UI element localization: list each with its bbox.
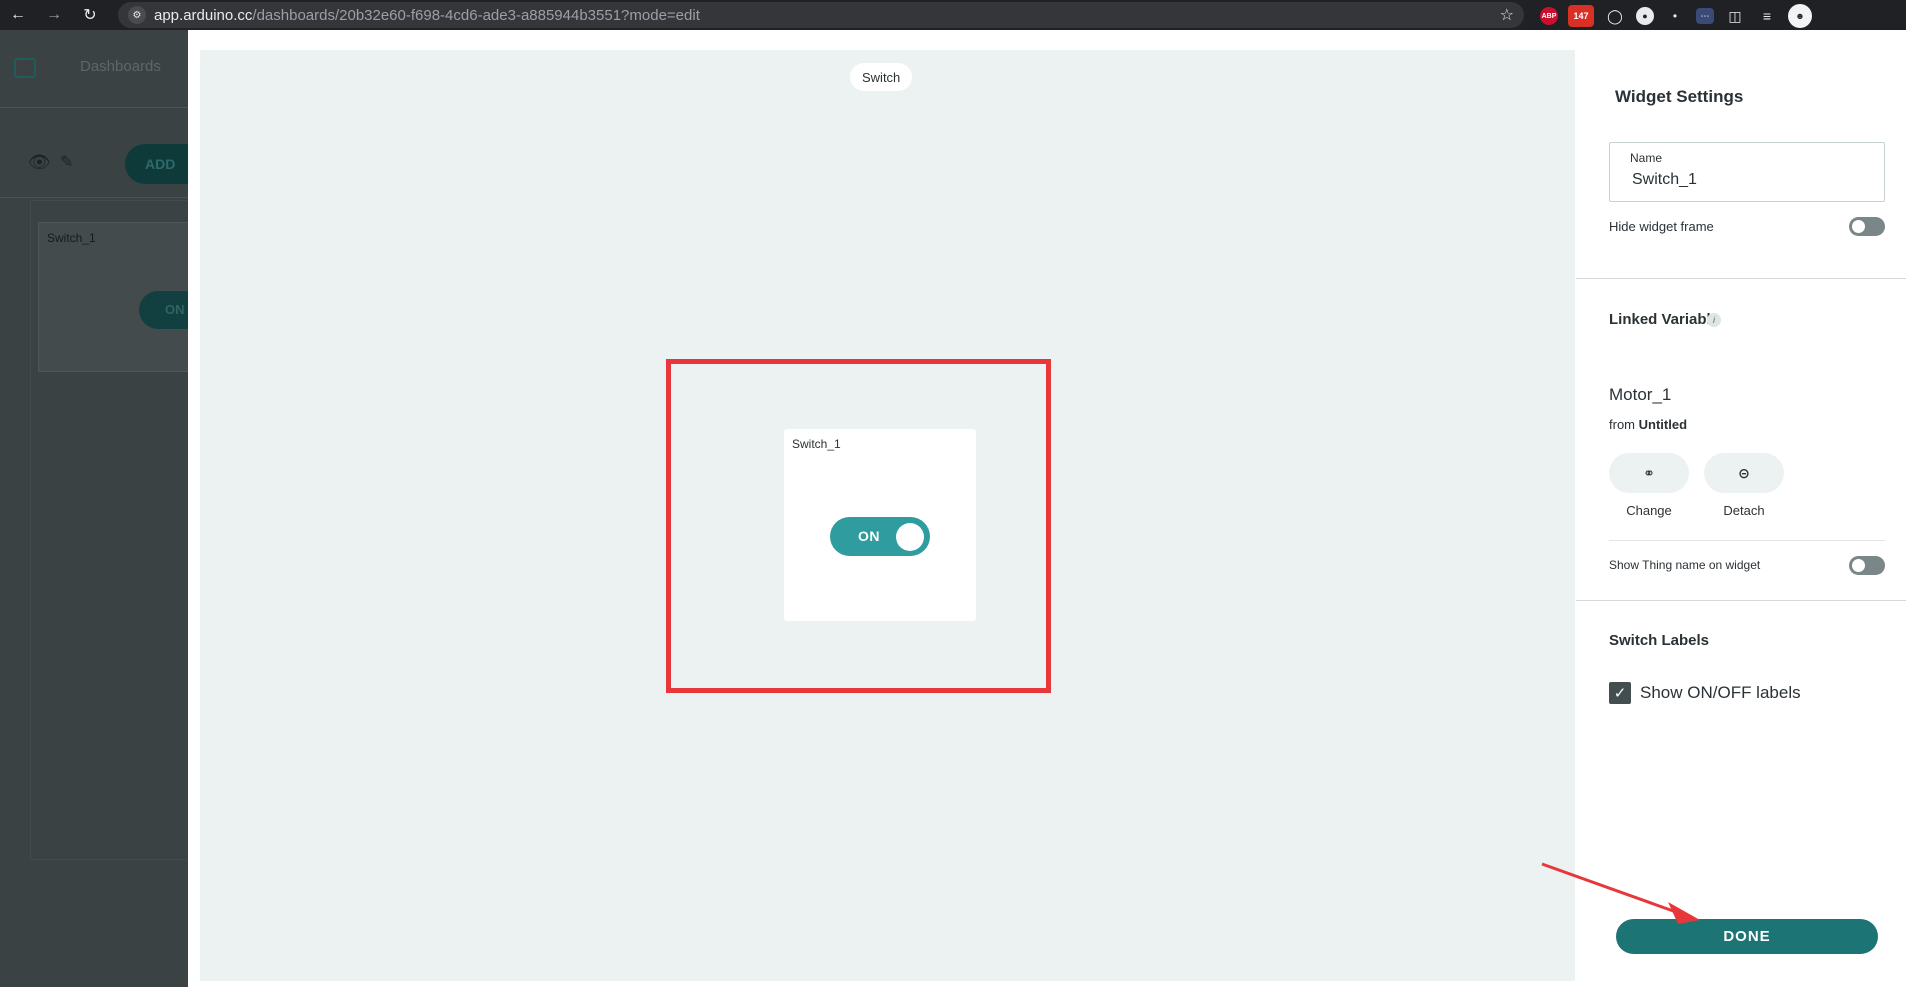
linked-variable-title: Linked Variable [1609,311,1720,328]
lightbulb-extension-icon[interactable]: ◯ [1604,5,1626,27]
mail-extension-icon[interactable]: 147 [1568,5,1594,27]
variable-source: from Untitled [1609,417,1687,432]
widget-editor-modal: Switch Switch_1 ON Widget Settings Name … [188,30,1906,987]
switch-widget-preview: Switch_1 ON [784,429,976,621]
reading-list-icon[interactable]: ≡ [1756,5,1778,27]
edit-mode-icon: ✎ [60,154,74,171]
bookmark-star-icon[interactable]: ☆ [1500,5,1514,25]
widget-settings-panel: Widget Settings Name Hide widget frame L… [1576,30,1906,987]
show-labels-label: Show ON/OFF labels [1640,683,1801,702]
detach-variable-button[interactable]: ⊝ [1704,453,1784,493]
url-host: app.arduino.cc [154,6,253,24]
hide-frame-label: Hide widget frame [1609,219,1714,234]
puzzle-extension-icon[interactable]: ◫ [1724,5,1746,27]
name-field[interactable]: Name [1609,142,1885,202]
change-caption: Change [1626,503,1672,518]
show-thing-label: Show Thing name on widget [1609,558,1761,572]
adblock-extension-icon[interactable]: ABP [1540,7,1558,25]
link-icon: ⚭ [1643,464,1655,481]
forward-icon[interactable]: → [40,1,68,29]
change-variable-button[interactable]: ⚭ [1609,453,1689,493]
thing-name: Untitled [1638,417,1688,432]
widget-preview-canvas: Switch Switch_1 ON [200,50,1575,981]
widget-type-pill: Switch [850,63,913,91]
reload-icon[interactable]: ↻ [76,1,104,29]
back-icon[interactable]: ← [4,1,32,29]
pin-extension-icon[interactable]: • [1664,5,1686,27]
widget-title: Switch_1 [792,437,841,451]
hide-frame-toggle[interactable] [1849,217,1885,236]
browser-toolbar: ← → ↻ ⚙ app.arduino.cc/dashboards/20b32e… [0,0,1906,30]
show-labels-checkbox[interactable]: ✓ [1609,682,1631,704]
switch-toggle-label: ON [858,528,880,544]
background-dashboard: Dashboards 👁 ✎ ADD Switch_1 ON [0,30,229,987]
url-path: /dashboards/20b32e60-f698-4cd6-ade3-a885… [252,6,700,24]
view-mode-icon: 👁 [28,152,51,172]
profile-avatar[interactable]: ☻ [1788,4,1812,28]
name-field-label: Name [1630,151,1663,165]
address-bar[interactable]: ⚙ app.arduino.cc/dashboards/20b32e60-f69… [118,2,1524,28]
section-divider [1576,278,1906,279]
sidebar-toggle-icon [14,58,36,78]
url-text[interactable]: app.arduino.cc/dashboards/20b32e60-f698-… [154,7,700,24]
breadcrumb: Dashboards [80,58,161,75]
background-toolbar: 👁 ✎ ADD [0,108,225,198]
from-prefix: from [1609,417,1635,432]
done-button[interactable]: DONE [1616,919,1878,954]
show-thing-toggle[interactable] [1849,556,1885,575]
site-settings-icon[interactable]: ⚙ [128,6,146,24]
detach-caption: Detach [1723,503,1765,518]
background-widget-card: Switch_1 ON [38,222,229,372]
info-icon[interactable]: i [1707,313,1721,327]
checkmark-icon: ✓ [1613,685,1627,702]
variable-name: Motor_1 [1609,385,1672,404]
extensions-row: ABP 147 ◯ ● • ⋯ ◫ ≡ ☻ [1540,4,1812,28]
subsection-divider [1609,540,1885,541]
circle-extension-icon[interactable]: ● [1636,7,1654,25]
unlink-icon: ⊝ [1738,464,1750,481]
dots-extension-icon[interactable]: ⋯ [1696,8,1714,24]
switch-toggle[interactable]: ON [830,517,930,556]
background-card-title: Switch_1 [47,231,96,245]
switch-toggle-knob [896,523,924,551]
name-input[interactable] [1632,171,1872,189]
section-divider [1576,600,1906,601]
background-header: Dashboards [0,30,200,108]
switch-labels-title: Switch Labels [1609,632,1710,649]
settings-title: Widget Settings [1615,87,1744,106]
